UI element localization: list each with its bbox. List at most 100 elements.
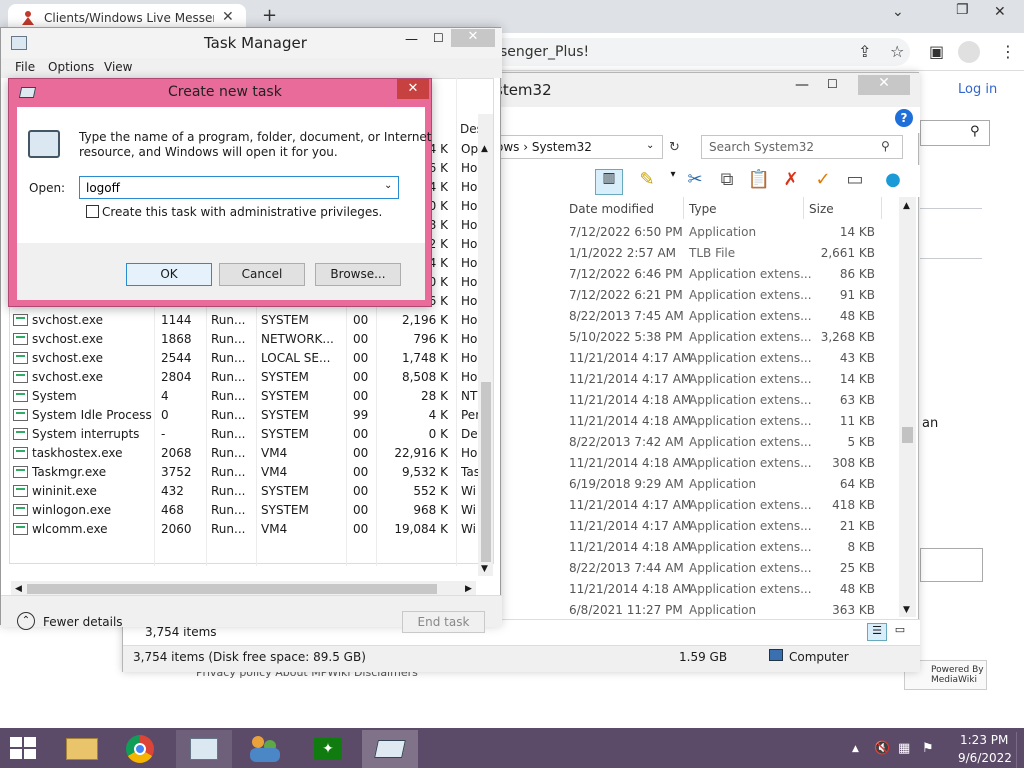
explorer-close-button[interactable]: ✕ bbox=[858, 75, 910, 95]
process-scroll-thumb[interactable] bbox=[481, 382, 491, 562]
process-cpu: 00 bbox=[353, 389, 369, 403]
windows-start-icon[interactable] bbox=[10, 737, 38, 761]
details-view-icon[interactable]: ☰ bbox=[867, 623, 887, 641]
preview-pane-icon[interactable]: ▥ bbox=[595, 169, 623, 195]
browser-close-icon[interactable]: ✕ bbox=[994, 4, 1006, 20]
column-size[interactable]: Size bbox=[809, 202, 834, 216]
explorer-maximize-icon[interactable]: ☐ bbox=[827, 77, 838, 91]
explorer-minimize-icon[interactable]: — bbox=[795, 77, 809, 93]
process-pid: 432 bbox=[161, 484, 184, 498]
ok-button[interactable]: OK bbox=[126, 263, 212, 286]
help-icon[interactable]: ? bbox=[895, 109, 913, 127]
chevron-down-icon[interactable]: ⌄ bbox=[646, 140, 654, 151]
properties-icon[interactable]: ✎ bbox=[633, 169, 661, 195]
process-row[interactable]: svchost.exe 2544 Run... LOCAL SE... 00 1,748 … bbox=[11, 349, 477, 368]
process-user: SYSTEM bbox=[261, 408, 309, 422]
task-manager-close-button[interactable]: ✕ bbox=[451, 29, 495, 47]
dialog-description-line2: resource, and Windows will open it for y… bbox=[79, 145, 338, 159]
new-tab-button[interactable]: + bbox=[262, 5, 277, 26]
scroll-up-icon[interactable]: ▲ bbox=[481, 144, 488, 154]
process-row[interactable]: System 4 Run... SYSTEM 00 28 K NT bbox=[11, 387, 477, 406]
process-row[interactable]: System Idle Process 0 Run... SYSTEM 99 4 K Per bbox=[11, 406, 480, 425]
scroll-down-icon[interactable]: ▼ bbox=[903, 605, 910, 615]
delete-icon[interactable]: ✗ bbox=[777, 169, 805, 195]
large-icons-view-icon[interactable]: ▭ bbox=[891, 623, 909, 641]
process-row[interactable]: taskhostex.exe 2068 Run... VM4 00 22,916 K Ho bbox=[11, 444, 477, 463]
wiki-input-box[interactable] bbox=[920, 548, 983, 582]
bookmark-star-icon[interactable]: ☆ bbox=[890, 42, 904, 61]
browser-menu-icon[interactable]: ⋮ bbox=[1000, 42, 1016, 61]
explorer-breadcrumb[interactable]: ows › System32 bbox=[496, 140, 592, 154]
search-icon[interactable]: ⚲ bbox=[881, 139, 890, 153]
cancel-button[interactable]: Cancel bbox=[219, 263, 305, 286]
process-row[interactable]: svchost.exe 1868 Run... NETWORK... 00 796 K Ho bbox=[11, 330, 477, 349]
share-icon[interactable]: ⇪ bbox=[858, 42, 871, 61]
rename-icon[interactable]: ▭ bbox=[841, 169, 869, 195]
process-name: wlcomm.exe bbox=[32, 522, 108, 536]
process-row[interactable]: wininit.exe 432 Run... SYSTEM 00 552 K Wi bbox=[11, 482, 476, 501]
admin-privileges-checkbox[interactable] bbox=[86, 205, 99, 218]
column-date-modified[interactable]: Date modified bbox=[569, 202, 654, 216]
checkmark-icon[interactable]: ✓ bbox=[809, 169, 837, 195]
column-type[interactable]: Type bbox=[689, 202, 717, 216]
file-size: 8 KB bbox=[847, 540, 875, 554]
process-mem: 796 K bbox=[413, 332, 448, 346]
chevron-down-icon[interactable]: ⌄ bbox=[384, 180, 392, 191]
process-cpu: 00 bbox=[353, 446, 369, 460]
open-input[interactable] bbox=[79, 176, 399, 199]
volume-muted-icon[interactable]: 🔇 bbox=[874, 741, 890, 756]
process-icon bbox=[13, 523, 28, 535]
clock-time[interactable]: 1:23 PM bbox=[960, 733, 1008, 747]
file-type: Application extens... bbox=[689, 498, 812, 512]
process-row[interactable]: svchost.exe 1144 Run... SYSTEM 00 2,196 K Ho bbox=[11, 311, 477, 330]
explorer-scrollbar[interactable] bbox=[899, 197, 916, 617]
browse-button[interactable]: Browse... bbox=[315, 263, 401, 286]
show-desktop-button[interactable] bbox=[1016, 732, 1024, 768]
refresh-icon[interactable]: ↻ bbox=[669, 140, 680, 155]
login-link[interactable]: Log in bbox=[958, 82, 997, 97]
file-type: Application extens... bbox=[689, 414, 812, 428]
fewer-details-link[interactable]: Fewer details bbox=[43, 615, 123, 629]
process-row[interactable]: winlogon.exe 468 Run... SYSTEM 00 968 K Wi bbox=[11, 501, 476, 520]
process-row[interactable]: svchost.exe 2804 Run... SYSTEM 00 8,508 K Ho bbox=[11, 368, 477, 387]
cut-icon[interactable]: ✂ bbox=[681, 169, 709, 195]
process-row[interactable]: System interrupts - Run... SYSTEM 00 0 K Det bbox=[11, 425, 482, 444]
task-manager-maximize-icon[interactable]: ☐ bbox=[433, 31, 444, 45]
taskbar-xbox-icon[interactable]: ✦ bbox=[300, 730, 356, 768]
tab-close-icon[interactable]: ✕ bbox=[222, 9, 234, 25]
tray-chevron-up-icon[interactable]: ▲ bbox=[852, 744, 859, 754]
dialog-close-button[interactable]: ✕ bbox=[397, 79, 429, 99]
process-row[interactable]: wlcomm.exe 2060 Run... VM4 00 19,084 K Wi bbox=[11, 520, 476, 539]
network-icon[interactable]: ▦ bbox=[898, 741, 910, 756]
globe-icon[interactable]: ● bbox=[879, 169, 907, 195]
task-manager-minimize-icon[interactable]: — bbox=[405, 32, 418, 47]
profile-avatar-icon[interactable] bbox=[958, 41, 980, 63]
sidepanel-icon[interactable]: ▣ bbox=[929, 42, 944, 61]
process-row[interactable]: Taskmgr.exe 3752 Run... VM4 00 9,532 K Tas bbox=[11, 463, 480, 482]
menu-view[interactable]: View bbox=[104, 60, 132, 74]
copy-icon[interactable]: ⧉ bbox=[713, 169, 741, 195]
scroll-up-icon[interactable]: ▲ bbox=[903, 201, 910, 211]
taskbar-explorer-icon[interactable] bbox=[54, 730, 110, 768]
paste-icon[interactable]: 📋 bbox=[745, 169, 773, 195]
clock-date[interactable]: 9/6/2022 bbox=[958, 751, 1012, 765]
scroll-right-icon[interactable]: ▶ bbox=[465, 584, 472, 594]
menu-options[interactable]: Options bbox=[48, 60, 94, 74]
explorer-scroll-thumb[interactable] bbox=[902, 427, 913, 443]
taskbar-chrome-icon[interactable] bbox=[114, 730, 170, 768]
file-size: 14 KB bbox=[839, 372, 875, 386]
taskbar-run-icon[interactable] bbox=[362, 730, 418, 768]
admin-privileges-label[interactable]: Create this task with administrative pri… bbox=[102, 205, 382, 219]
end-task-button[interactable]: End task bbox=[402, 611, 485, 633]
scroll-down-icon[interactable]: ▼ bbox=[481, 564, 488, 574]
browser-restore-icon[interactable]: ❐ bbox=[956, 2, 969, 18]
browser-tabsearch-icon[interactable]: ⌄ bbox=[892, 4, 904, 20]
menu-file[interactable]: File bbox=[15, 60, 35, 74]
chevron-up-icon[interactable]: ⌃ bbox=[17, 612, 35, 630]
taskbar-messenger-icon[interactable] bbox=[238, 730, 294, 768]
search-icon[interactable]: ⚲ bbox=[970, 124, 980, 139]
taskbar-taskmanager-icon[interactable] bbox=[176, 730, 232, 768]
scroll-left-icon[interactable]: ◀ bbox=[15, 584, 22, 594]
notification-icon[interactable]: ⚑ bbox=[922, 741, 934, 756]
process-hscroll-thumb[interactable] bbox=[27, 584, 437, 594]
